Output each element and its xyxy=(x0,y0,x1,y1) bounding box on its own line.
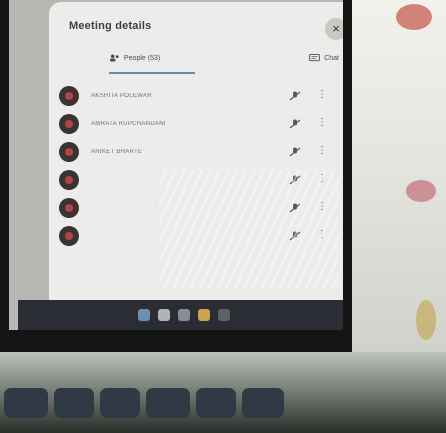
more-vert-icon[interactable]: ⋮ xyxy=(317,89,327,103)
panel-header: Meeting details xyxy=(69,16,343,40)
photo-scene: Meeting details × People (53) Chat AKSHI… xyxy=(0,0,446,433)
mic-off-icon xyxy=(289,119,301,129)
keyboard xyxy=(4,386,326,422)
taskbar-app-icon[interactable] xyxy=(138,309,150,321)
participant-row[interactable]: ⋮ xyxy=(59,222,343,250)
participant-name: AKSHITA POLEWAR xyxy=(91,93,152,99)
more-vert-icon[interactable]: ⋮ xyxy=(317,145,327,159)
avatar xyxy=(59,86,79,106)
mic-off-icon xyxy=(289,147,301,157)
more-vert-icon[interactable]: ⋮ xyxy=(317,201,327,215)
participant-name: ANIKET BHARTE xyxy=(91,149,143,155)
keyboard-key xyxy=(242,388,284,418)
tab-people[interactable]: People (53) xyxy=(109,54,160,62)
participant-row[interactable]: ANIKET BHARTE ⋮ xyxy=(59,138,343,166)
laptop-screen: Meeting details × People (53) Chat AKSHI… xyxy=(9,0,343,330)
taskbar-app-icon[interactable] xyxy=(198,309,210,321)
chat-icon xyxy=(309,54,321,62)
more-vert-icon[interactable]: ⋮ xyxy=(317,229,327,243)
keyboard-key xyxy=(146,388,190,418)
decor-blob xyxy=(396,4,432,30)
panel-tabs: People (53) Chat xyxy=(109,54,343,76)
keyboard-key xyxy=(196,388,236,418)
mic-off-icon xyxy=(289,203,301,213)
taskbar-app-icon[interactable] xyxy=(158,309,170,321)
participant-row[interactable]: AKSHITA POLEWAR ⋮ xyxy=(59,82,343,110)
mic-off-icon xyxy=(289,231,301,241)
keyboard-key xyxy=(100,388,140,418)
avatar xyxy=(59,198,79,218)
tab-chat-label: Chat xyxy=(324,54,339,62)
tab-chat[interactable]: Chat xyxy=(309,54,339,62)
mic-off-icon xyxy=(289,91,301,101)
keyboard-key xyxy=(4,388,48,418)
mic-off-icon xyxy=(289,175,301,185)
more-vert-icon[interactable]: ⋮ xyxy=(317,117,327,131)
taskbar-app-icon[interactable] xyxy=(218,309,230,321)
avatar xyxy=(59,226,79,246)
meeting-details-panel: Meeting details × People (53) Chat AKSHI… xyxy=(49,2,343,330)
participant-name: AMRATA RUPCHANDANI xyxy=(91,121,166,127)
more-vert-icon[interactable]: ⋮ xyxy=(317,173,327,187)
people-icon xyxy=(110,54,119,62)
avatar xyxy=(59,142,79,162)
taskbar-app-icon[interactable] xyxy=(178,309,190,321)
participant-row[interactable]: ⋮ xyxy=(59,194,343,222)
avatar xyxy=(59,170,79,190)
active-tab-indicator xyxy=(109,72,195,74)
avatar xyxy=(59,114,79,134)
decor-blob xyxy=(416,300,436,340)
participant-list: AKSHITA POLEWAR ⋮ AMRATA RUPCHANDANI ⋮ A… xyxy=(59,82,343,250)
participant-row[interactable]: ⋮ xyxy=(59,166,343,194)
taskbar xyxy=(18,300,343,330)
participant-row[interactable]: AMRATA RUPCHANDANI ⋮ xyxy=(59,110,343,138)
keyboard-key xyxy=(54,388,94,418)
panel-title: Meeting details xyxy=(69,20,152,32)
decor-blob xyxy=(406,180,436,202)
tab-people-label: People (53) xyxy=(124,54,161,62)
close-button[interactable]: × xyxy=(325,18,343,40)
background-wall xyxy=(344,0,446,380)
